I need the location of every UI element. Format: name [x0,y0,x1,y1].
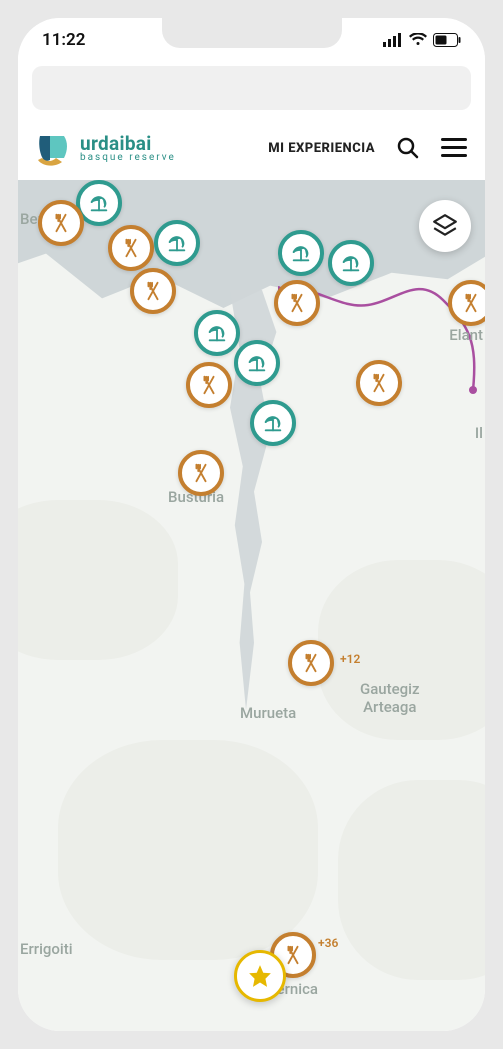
restaurant-pin[interactable] [356,360,402,406]
fork-knife-icon [282,944,304,966]
hamburger-icon [441,138,467,158]
status-time: 11:22 [42,30,85,50]
beach-icon [206,322,228,344]
search-button[interactable] [395,135,421,161]
restaurant-pin[interactable] [108,225,154,271]
beach-icon [246,352,268,374]
brand-mark-icon [36,130,72,166]
nav-my-experience[interactable]: MI EXPERIENCIA [268,141,375,156]
restaurant-pin[interactable] [288,640,334,686]
status-icons [383,33,461,47]
beach-pin[interactable] [234,340,280,386]
map-label-ibarrangelu: Il [475,424,483,442]
map-label-gautegiz: Gautegiz Arteaga [360,680,420,716]
signal-icon [383,33,403,47]
fork-knife-icon [368,372,390,394]
map-canvas[interactable]: Berm Elant Il Busturia Murueta Gautegiz … [18,180,485,1031]
fork-knife-icon [142,280,164,302]
fork-knife-icon [198,374,220,396]
phone-screen: 11:22 urdaibai basque reserve [18,18,485,1031]
map-label-errigoiti: Errigoiti [20,940,73,958]
restaurant-pin[interactable] [130,268,176,314]
cluster-count-murueta: +12 [340,652,360,666]
brand-logo[interactable]: urdaibai basque reserve [36,130,176,166]
map-terrain [18,500,178,660]
battery-icon [433,33,461,47]
map-label-murueta: Murueta [240,704,296,722]
wifi-icon [409,33,427,47]
beach-icon [88,192,110,214]
fork-knife-icon [50,212,72,234]
brand-text: urdaibai basque reserve [80,134,176,163]
restaurant-pin[interactable] [186,362,232,408]
notch [162,18,342,48]
restaurant-pin[interactable] [178,450,224,496]
brand-name: urdaibai [80,134,176,153]
fork-knife-icon [300,652,322,674]
search-icon [396,136,420,160]
restaurant-pin[interactable] [274,280,320,326]
beach-pin[interactable] [328,240,374,286]
beach-pin[interactable] [278,230,324,276]
fork-knife-icon [190,462,212,484]
beach-pin[interactable] [154,220,200,266]
featured-pin[interactable] [234,950,286,1002]
beach-pin[interactable] [194,310,240,356]
phone-frame: 11:22 urdaibai basque reserve [0,0,503,1049]
beach-icon [290,242,312,264]
restaurant-pin[interactable] [38,200,84,246]
layers-button[interactable] [419,200,471,252]
cluster-count-guernica: +36 [318,936,338,950]
header-right: MI EXPERIENCIA [268,135,467,161]
beach-icon [340,252,362,274]
beach-icon [262,412,284,434]
fork-knife-icon [460,292,482,314]
map-label-elantxobe: Elant [449,326,483,344]
beach-icon [166,232,188,254]
menu-button[interactable] [441,135,467,161]
star-icon [247,963,273,989]
app-header: urdaibai basque reserve MI EXPERIENCIA [18,120,485,180]
brand-subtitle: basque reserve [80,153,176,163]
map-terrain [58,740,318,960]
map-terrain [338,780,485,980]
beach-pin[interactable] [250,400,296,446]
layers-icon [432,213,458,239]
address-bar[interactable] [32,66,471,110]
fork-knife-icon [120,237,142,259]
fork-knife-icon [286,292,308,314]
